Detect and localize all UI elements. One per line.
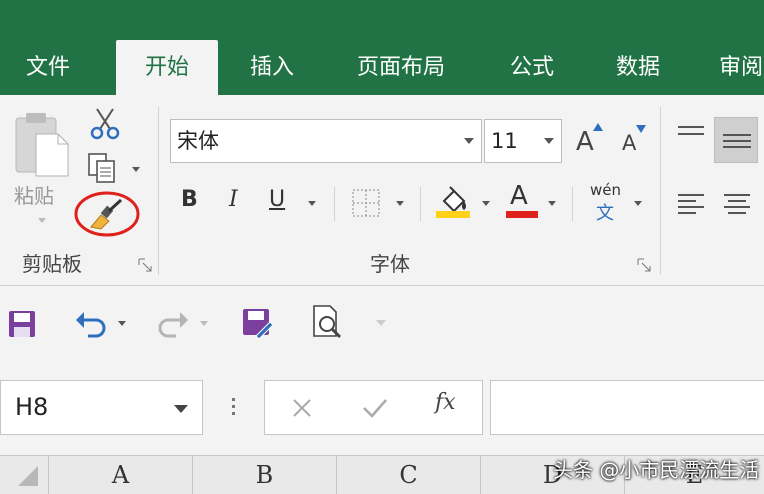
font-size-value: 11 [491, 129, 518, 153]
font-name-combobox[interactable]: 宋体 [170, 119, 482, 163]
paste-button[interactable]: 粘贴 [10, 110, 74, 230]
name-box-value: H8 [15, 393, 49, 421]
inline-separator [334, 187, 335, 221]
borders-dropdown-arrow[interactable] [396, 201, 404, 206]
italic-button[interactable]: I [222, 183, 252, 223]
align-top-button[interactable] [672, 117, 710, 157]
tab-page-layout[interactable]: 页面布局 [340, 40, 462, 95]
align-middle-button[interactable] [714, 117, 758, 163]
caret-up-icon [593, 123, 603, 131]
caret-down-icon [636, 125, 646, 133]
excel-window: 文件 开始 插入 页面布局 公式 数据 审阅 粘贴 剪贴板 宋体 11 A A … [0, 0, 764, 494]
align-left-button[interactable] [672, 185, 710, 225]
save-as-icon[interactable] [240, 306, 274, 340]
tab-home[interactable]: 开始 [116, 40, 218, 95]
borders-icon [352, 189, 380, 217]
column-header-b[interactable]: B [192, 456, 336, 494]
font-name-dropdown-arrow[interactable] [464, 138, 474, 144]
bold-button[interactable]: B [176, 183, 206, 223]
align-center-icon [724, 194, 750, 214]
undo-dropdown-arrow[interactable] [118, 321, 126, 326]
insert-function-button[interactable]: fx [435, 390, 456, 415]
inline-separator [420, 187, 421, 221]
phonetic-guide-button[interactable]: wén 文 [584, 181, 646, 225]
font-dialog-launcher-icon[interactable] [636, 257, 652, 273]
align-middle-icon [723, 134, 751, 148]
fill-color-button[interactable] [432, 181, 494, 225]
copy-dropdown-arrow[interactable] [132, 167, 140, 172]
ribbon-tab-bar: 文件 开始 插入 页面布局 公式 数据 审阅 [0, 0, 764, 95]
tab-review[interactable]: 审阅 [706, 40, 764, 95]
watermark: 头条 @小市民漂流生活 [553, 458, 760, 482]
font-color-dropdown-arrow[interactable] [548, 201, 556, 206]
column-header-c[interactable]: C [336, 456, 480, 494]
cancel-icon[interactable] [290, 396, 314, 420]
align-center-button[interactable] [718, 185, 756, 225]
copy-icon [88, 153, 115, 183]
select-all-button[interactable] [0, 456, 48, 494]
underline-button[interactable]: U [264, 183, 320, 223]
select-all-triangle-icon [18, 466, 38, 486]
enter-check-icon[interactable] [361, 396, 389, 420]
undo-icon[interactable] [74, 308, 108, 340]
paste-dropdown-arrow[interactable] [38, 218, 46, 223]
save-icon[interactable] [6, 308, 38, 340]
copy-button[interactable] [86, 151, 140, 185]
align-top-icon [678, 126, 704, 135]
tab-file[interactable]: 文件 [0, 40, 96, 95]
tab-data[interactable]: 数据 [594, 40, 682, 95]
borders-button[interactable] [346, 183, 408, 223]
phonetic-dropdown-arrow[interactable] [634, 201, 642, 206]
paste-label: 粘贴 [14, 184, 54, 208]
formula-buttons: fx [264, 380, 483, 435]
redo-dropdown-arrow[interactable] [200, 321, 208, 326]
formula-bar-grip-icon[interactable] [232, 398, 235, 416]
group-separator [158, 107, 159, 275]
phonetic-bottom-text: 文 [596, 203, 614, 224]
cut-button[interactable] [88, 107, 122, 141]
redo-icon[interactable] [156, 308, 190, 340]
decrease-font-size-button[interactable]: A [618, 121, 654, 161]
formula-input[interactable] [490, 380, 764, 435]
shrink-font-letter: A [622, 131, 637, 155]
customize-qat-icon[interactable] [376, 320, 386, 326]
font-size-combobox[interactable]: 11 [484, 119, 562, 163]
formula-bar: H8 fx [0, 360, 764, 450]
font-color-button[interactable]: A [502, 181, 562, 225]
clipboard-dialog-launcher-icon[interactable] [137, 257, 153, 273]
fill-color-swatch [436, 211, 470, 218]
tab-formulas[interactable]: 公式 [488, 40, 576, 95]
underline-label: U [269, 187, 286, 212]
font-group-label: 字体 [370, 252, 410, 276]
clipboard-group-label: 剪贴板 [22, 252, 82, 276]
paste-icon [15, 113, 69, 177]
font-size-dropdown-arrow[interactable] [544, 138, 554, 144]
scissors-icon [90, 108, 120, 140]
font-color-swatch [506, 211, 538, 218]
ribbon: 粘贴 剪贴板 宋体 11 A A B I U A wén 文 字体 [0, 95, 764, 285]
bold-label: B [181, 187, 198, 212]
group-separator [660, 107, 661, 275]
phonetic-top-text: wén [590, 181, 622, 199]
underline-dropdown-arrow[interactable] [308, 201, 316, 206]
name-box-dropdown-arrow[interactable] [174, 405, 188, 413]
column-header-a[interactable]: A [48, 456, 192, 494]
increase-font-size-button[interactable]: A [572, 121, 608, 161]
inline-separator [572, 187, 573, 221]
fill-color-dropdown-arrow[interactable] [482, 201, 490, 206]
italic-label: I [229, 187, 238, 212]
format-painter-button[interactable] [74, 191, 140, 237]
name-box[interactable]: H8 [0, 380, 203, 435]
font-color-letter: A [510, 181, 528, 211]
quick-access-toolbar [0, 285, 764, 360]
grow-font-letter: A [576, 127, 594, 157]
paintbrush-icon [90, 198, 123, 230]
font-name-value: 宋体 [177, 129, 219, 153]
print-preview-icon[interactable] [310, 304, 344, 340]
tab-insert[interactable]: 插入 [228, 40, 316, 95]
align-left-icon [678, 194, 704, 214]
